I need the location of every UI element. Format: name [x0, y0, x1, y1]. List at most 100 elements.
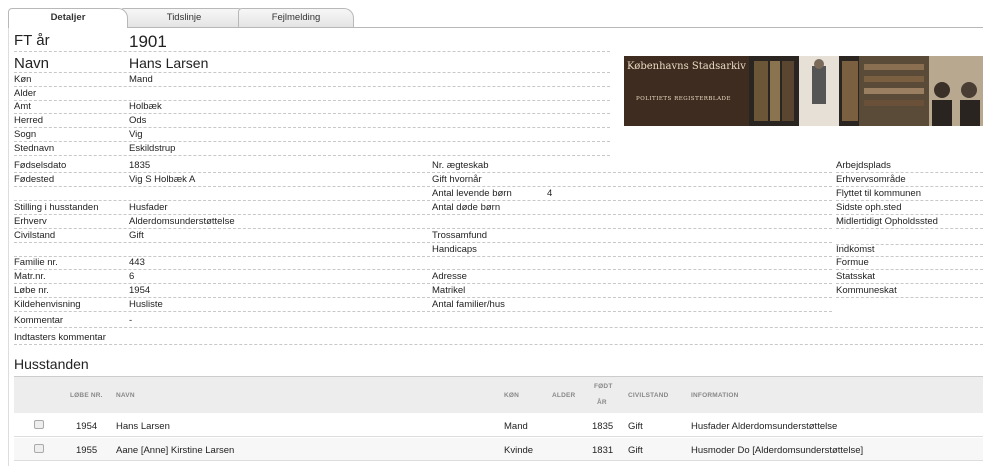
detail-row-col2: Adresse — [432, 271, 832, 284]
detail-label: Arbejdsplads — [836, 160, 891, 171]
field-label: Alder — [14, 88, 37, 99]
detail-label: Indtasters kommentar — [14, 332, 106, 343]
detail-label: Adresse — [432, 271, 467, 282]
magnify-icon[interactable] — [34, 444, 44, 453]
detail-row-col2: Trossamfund — [432, 230, 832, 243]
field-label: Herred — [14, 115, 44, 126]
header-fodt[interactable]: FØDT — [594, 383, 613, 390]
detail-row-col2: Nr. ægteskab — [432, 160, 832, 173]
detail-row: Matr.nr. 6 — [14, 271, 430, 284]
detail-label: Erhvervsområde — [836, 174, 906, 185]
detail-row-col3: Midlertidigt Opholdssted — [836, 216, 983, 229]
header-ar[interactable]: ÅR — [597, 399, 607, 406]
top-field-row: Alder — [14, 88, 610, 101]
field-value: Vig — [129, 129, 143, 140]
detail-label: Antal døde børn — [432, 202, 501, 213]
detail-row-col2: Matrikel — [432, 285, 832, 298]
header-lobe[interactable]: LØBE NR. — [70, 392, 103, 399]
field-value: Holbæk — [129, 101, 162, 112]
detail-row: Familie nr. 443 — [14, 257, 430, 270]
detail-row: Fødested Vig S Holbæk A — [14, 174, 430, 187]
detail-value: Husliste — [129, 299, 163, 310]
detail-label: Løbe nr. — [14, 285, 49, 296]
detail-row: Løbe nr. 1954 — [14, 285, 430, 298]
detail-label: Nr. ægteskab — [432, 160, 489, 171]
detail-label: Antal familier/hus — [432, 299, 505, 310]
name-row: Navn Hans Larsen — [14, 54, 610, 73]
detail-value: Vig S Holbæk A — [129, 174, 196, 185]
detail-row-col3: Sidste oph.sted — [836, 202, 983, 215]
field-label: Stednavn — [14, 143, 55, 154]
detail-label: Fødested — [14, 174, 55, 185]
detail-label: Civilstand — [14, 230, 56, 241]
stadsarkiv-banner[interactable]: Københavns Stadsarkiv POLITIETS REGISTER… — [624, 56, 983, 126]
table-row[interactable]: 1954 Hans Larsen Mand 1835 Gift Husfader Alde… — [14, 414, 983, 437]
top-field-row: Køn Mand — [14, 74, 610, 87]
cell-kon: Kvinde — [504, 445, 534, 456]
top-field-row: Amt Holbæk — [14, 101, 610, 114]
cell-lobe: 1955 — [76, 445, 98, 456]
detail-label: Antal levende børn — [432, 188, 512, 199]
detail-row-col2: Antal døde børn — [432, 202, 832, 215]
tab-detaljer[interactable]: Detaljer — [8, 8, 128, 28]
top-field-row: Herred Ods — [14, 115, 610, 128]
detail-label: Familie nr. — [14, 257, 58, 268]
detail-value: Husfader — [129, 202, 168, 213]
detail-label: Gift hvornår — [432, 174, 482, 185]
detail-label: Handicaps — [432, 244, 477, 255]
field-value: Mand — [129, 74, 153, 85]
detail-value: 6 — [129, 271, 135, 282]
banner-subtitle: POLITIETS REGISTERBLADE — [636, 96, 731, 102]
field-label: Køn — [14, 74, 32, 85]
cell-navn: Hans Larsen — [116, 421, 170, 432]
detail-row-col2: Gift hvornår — [432, 174, 832, 187]
detail-row-col2 — [432, 257, 832, 270]
cell-fodt: 1835 — [592, 421, 614, 432]
detail-row-col3: Arbejdsplads — [836, 160, 983, 173]
field-label: Sogn — [14, 129, 37, 140]
ft-value: 1901 — [129, 32, 167, 51]
detail-value: - — [129, 315, 133, 326]
detail-value: 4 — [547, 188, 553, 199]
header-civilstand[interactable]: CIVILSTAND — [628, 392, 669, 399]
detail-row-col3: Statsskat — [836, 271, 983, 284]
name-value: Hans Larsen — [129, 55, 209, 71]
detail-row-col2 — [432, 216, 832, 229]
detail-label: Trossamfund — [432, 230, 488, 241]
magnify-icon[interactable] — [34, 420, 44, 429]
detail-value: 1954 — [129, 285, 151, 296]
detail-row-col3: Formue — [836, 257, 983, 270]
detail-row-col2: Antal levende børn 4 — [432, 188, 832, 201]
header-kon[interactable]: KØN — [504, 392, 519, 399]
field-value: Ods — [129, 115, 147, 126]
detail-row — [14, 244, 430, 257]
header-navn[interactable]: NAVN — [116, 392, 135, 399]
header-alder[interactable]: ALDER — [552, 392, 575, 399]
detail-label: Kommuneskat — [836, 285, 897, 296]
detail-label: Erhverv — [14, 216, 47, 227]
detail-row: Kommentar - — [14, 315, 983, 328]
detail-row-col3: Erhvervsområde — [836, 174, 983, 187]
field-label: Amt — [14, 101, 31, 112]
tab-fejlmelding[interactable]: Fejlmelding — [238, 8, 354, 27]
detail-value: Gift — [129, 230, 144, 241]
detail-row: Civilstand Gift — [14, 230, 430, 243]
footer — [8, 466, 983, 474]
cell-info: Husmoder Do [Alderdomsunderstøttelse] — [691, 445, 864, 456]
table-row[interactable]: 1955 Aane [Anne] Kirstine Larsen Kvinde 183… — [14, 438, 983, 461]
household-table-header: LØBE NR. NAVN KØN ALDER FØDT ÅR CIVILSTA… — [14, 376, 983, 413]
banner-title: Københavns Stadsarkiv — [627, 61, 746, 72]
name-label: Navn — [14, 55, 50, 72]
detail-row-col2: Handicaps — [432, 244, 832, 257]
detail-row: Stilling i husstanden Husfader — [14, 202, 430, 215]
top-field-row: Stednavn Eskildstrup — [14, 143, 610, 156]
detail-value: 443 — [129, 257, 145, 268]
detail-label: Statsskat — [836, 271, 876, 282]
ft-row: FT år 1901 — [14, 30, 610, 52]
header-information[interactable]: INFORMATION — [691, 392, 739, 399]
detail-label: Indkomst — [836, 244, 875, 255]
tab-tidslinje[interactable]: Tidslinje — [120, 8, 248, 27]
detail-label: Matrikel — [432, 285, 466, 296]
cell-info: Husfader Alderdomsunderstøttelse — [691, 421, 838, 432]
detail-row: Indtasters kommentar — [14, 332, 983, 345]
